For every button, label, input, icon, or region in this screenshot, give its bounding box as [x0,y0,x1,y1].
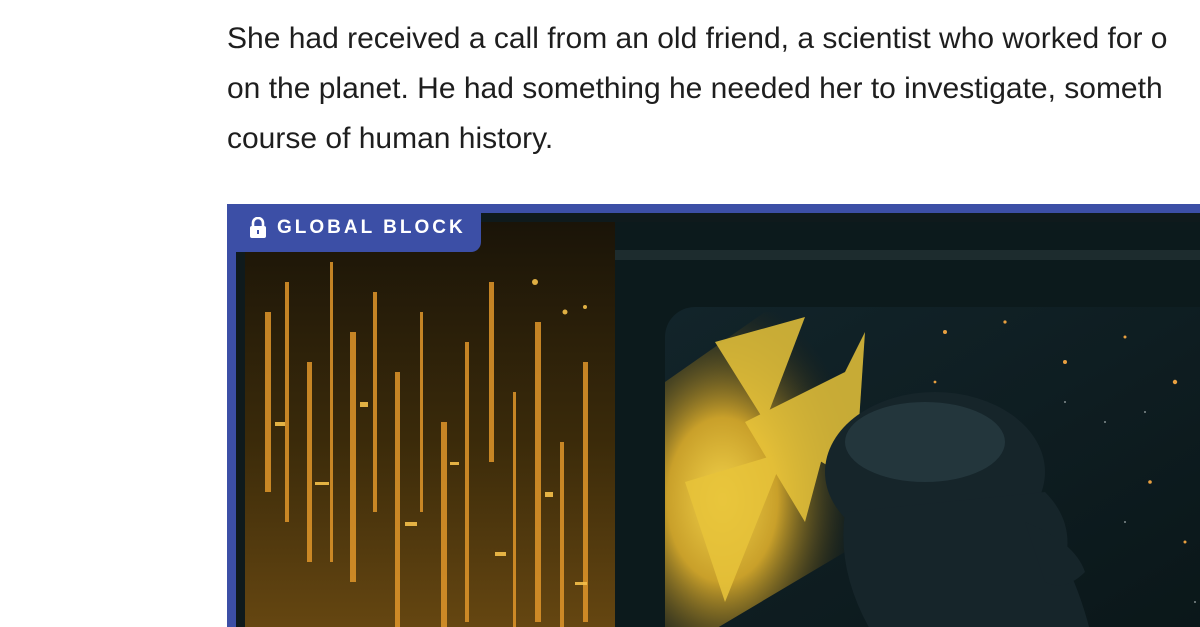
story-line-3: course of human history. [227,122,554,155]
story-paragraph: She had received a call from an old frie… [227,14,1200,164]
global-block-container[interactable] [227,204,1200,627]
page: She had received a call from an old frie… [0,0,1200,627]
story-line-1: She had received a call from an old frie… [227,22,1168,55]
artwork-image [245,222,1200,627]
lock-icon [250,217,266,238]
global-block-label: GLOBAL BLOCK [277,217,466,238]
story-line-2: on the planet. He had something he neede… [227,72,1163,105]
global-block-badge: GLOBAL BLOCK [227,204,481,252]
